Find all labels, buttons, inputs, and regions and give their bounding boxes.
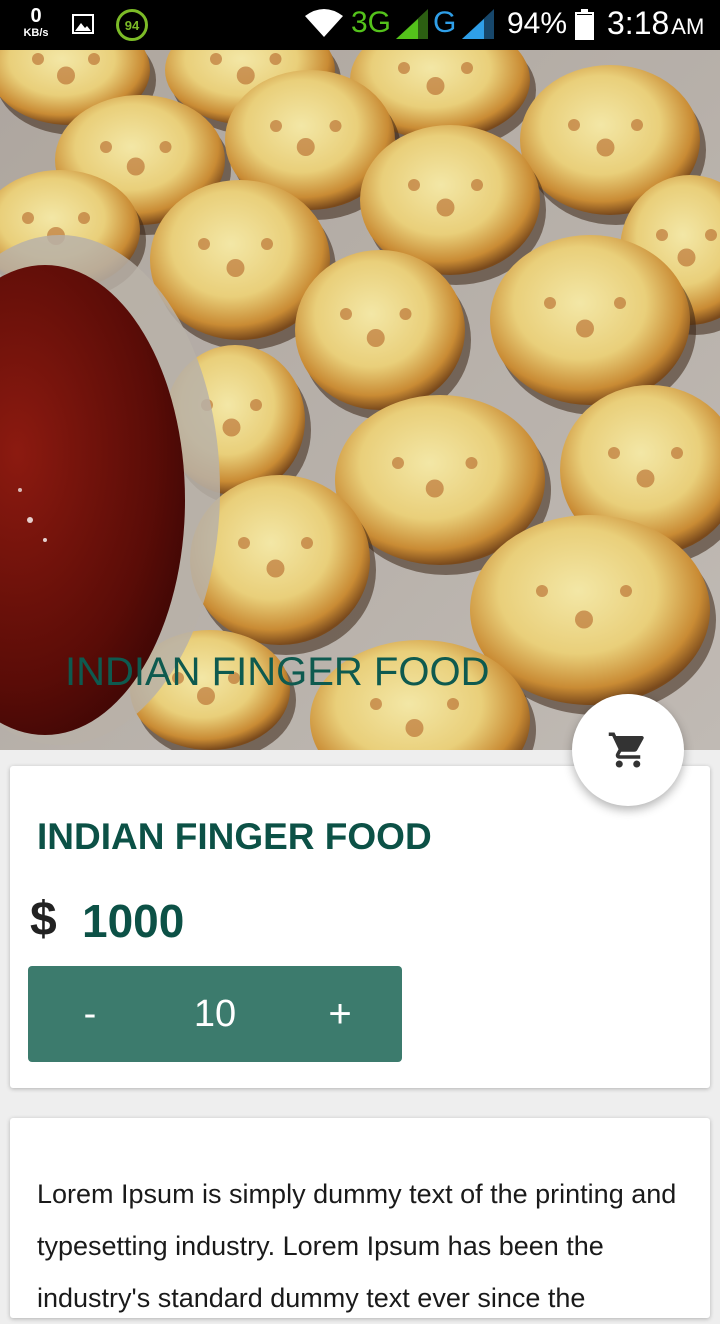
network-g-label: G bbox=[433, 6, 457, 39]
hero-title: INDIAN FINGER FOOD bbox=[65, 650, 490, 694]
decrease-quantity-button[interactable]: - bbox=[48, 966, 132, 1062]
gallery-icon bbox=[72, 14, 94, 39]
food-puff bbox=[295, 250, 465, 410]
clock-time: 3:18 bbox=[607, 5, 670, 41]
status-bar: 0 KB/s 94 3G G 94% 3:18AM bbox=[0, 0, 720, 50]
wifi-icon bbox=[304, 8, 344, 43]
product-card: INDIAN FINGER FOOD $ 1000 - 10 + bbox=[10, 766, 710, 1088]
network-speed-value: 0 bbox=[30, 5, 42, 27]
add-to-cart-button[interactable] bbox=[572, 694, 684, 806]
cart-icon bbox=[608, 732, 644, 768]
notification-badge-icon: 94 bbox=[116, 9, 148, 41]
food-photo-icon bbox=[0, 50, 720, 750]
clock-ampm: AM bbox=[671, 14, 705, 39]
currency-symbol: $ bbox=[30, 893, 57, 946]
signal-strength-icon bbox=[462, 9, 494, 44]
badge-value: 94 bbox=[124, 17, 140, 33]
food-puff bbox=[490, 235, 690, 405]
description-card: Lorem Ipsum is simply dummy text of the … bbox=[10, 1118, 710, 1318]
signal-strength-icon bbox=[396, 9, 428, 44]
quantity-stepper: - 10 + bbox=[28, 966, 402, 1062]
battery-percent: 94% bbox=[507, 7, 568, 40]
product-price: 1000 bbox=[82, 895, 185, 947]
hero-image: INDIAN FINGER FOOD bbox=[0, 50, 720, 750]
increase-quantity-button[interactable]: + bbox=[298, 966, 382, 1062]
battery-icon bbox=[575, 9, 594, 40]
network-speed: 0 KB/s bbox=[18, 6, 54, 39]
product-description: Lorem Ipsum is simply dummy text of the … bbox=[37, 1179, 677, 1313]
product-name: INDIAN FINGER FOOD bbox=[37, 816, 432, 857]
network-speed-unit: KB/s bbox=[23, 27, 49, 39]
network-3g-label: 3G bbox=[351, 6, 392, 39]
clock: 3:18AM bbox=[607, 5, 704, 42]
quantity-value: 10 bbox=[193, 992, 237, 1035]
